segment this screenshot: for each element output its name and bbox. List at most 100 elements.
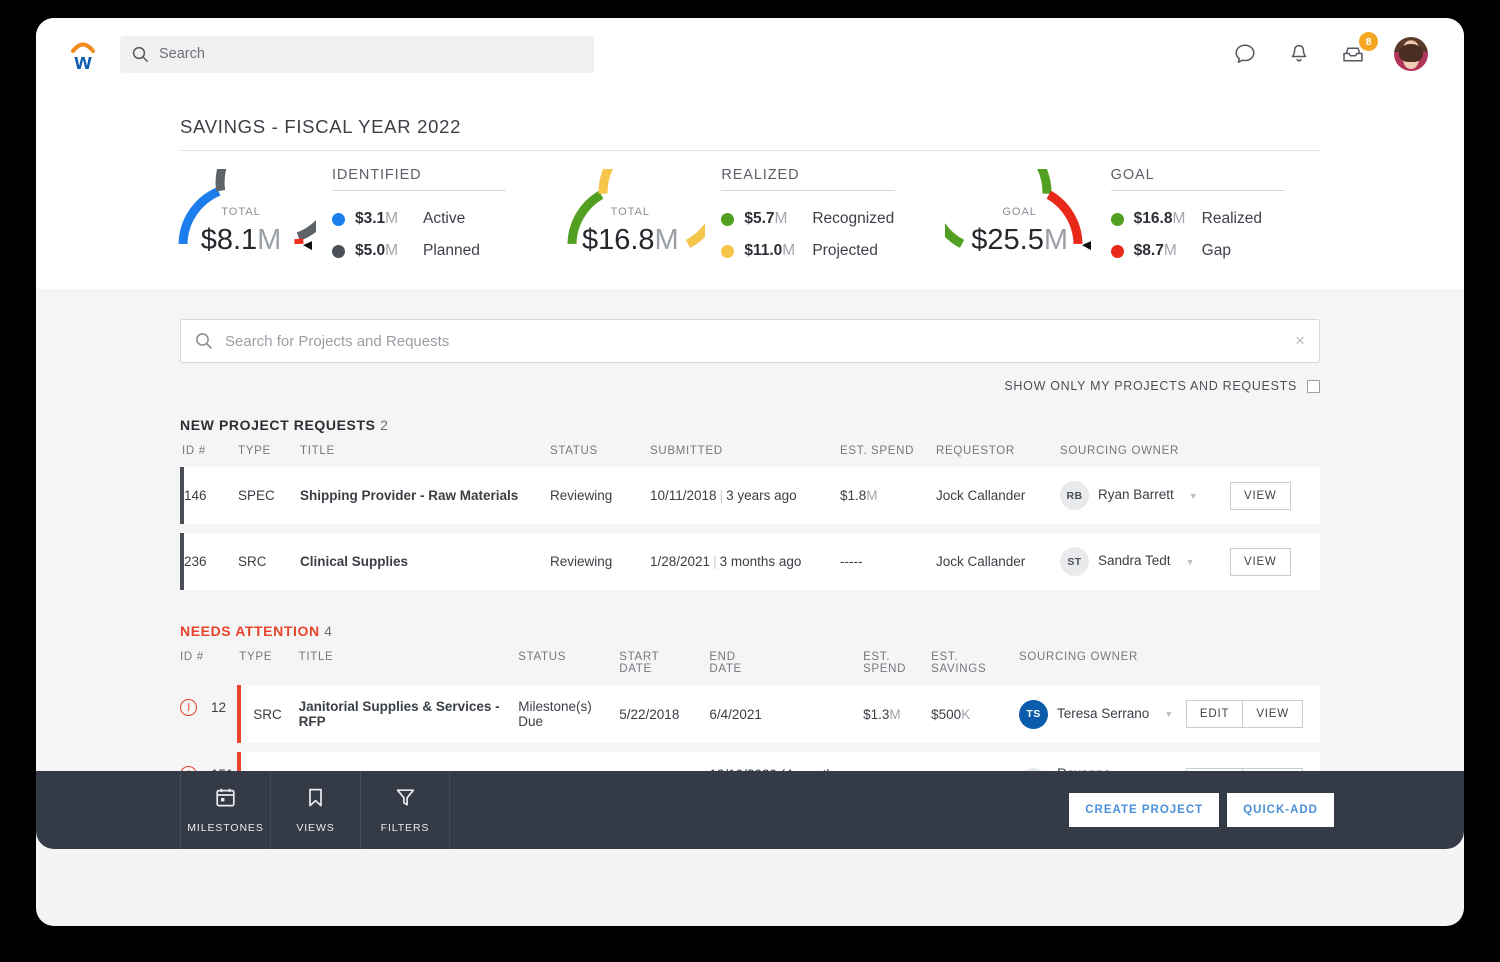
legend-row-0: $5.7M Recognized — [721, 203, 895, 235]
column-header-8: SOURCING OWNER — [1019, 639, 1186, 685]
global-search-placeholder: Search — [159, 46, 205, 62]
view-button-nr1[interactable]: VIEW — [1230, 548, 1291, 576]
calendar-icon — [215, 787, 236, 813]
chevron-down-icon[interactable]: ▼ — [1189, 491, 1198, 501]
cell-actions: VIEW — [1230, 467, 1320, 524]
chevron-down-icon[interactable]: ▼ — [1164, 709, 1173, 719]
sourcing-owner[interactable]: RB Ryan Barrett ▼ — [1060, 481, 1230, 510]
clear-search-icon[interactable]: × — [1295, 331, 1305, 351]
cell-title: Janitorial Supplies & Services - RFP — [299, 685, 519, 743]
legend-label: Active — [423, 210, 465, 228]
legend-dot-icon — [1111, 245, 1124, 258]
row-spacer — [182, 524, 1320, 533]
new-requests-count: 2 — [380, 417, 388, 433]
legend-label: Gap — [1202, 242, 1231, 260]
cell-requestor: Jock Callander — [936, 467, 1060, 524]
chat-icon[interactable] — [1232, 41, 1258, 67]
gauge-legend-2: GOAL $16.8M Realized $8.7M Gap — [1095, 163, 1285, 267]
alert-icon — [180, 699, 197, 716]
owner-avatar: ST — [1060, 547, 1089, 576]
legend-amount: $11.0M — [744, 242, 802, 260]
row-spacer — [182, 590, 1320, 599]
gauge-legend-0: IDENTIFIED $3.1M Active $5.0M Planned — [316, 163, 506, 267]
legend-divider — [721, 190, 895, 191]
legend-dot-icon — [332, 213, 345, 226]
content-inner: Search for Projects and Requests × SHOW … — [36, 289, 1464, 849]
sourcing-owner[interactable]: ST Sandra Tedt ▼ — [1060, 547, 1230, 576]
page-title: SAVINGS - FISCAL YEAR 2022 — [36, 116, 1464, 150]
gauge-caption-0: TOTAL — [166, 206, 316, 218]
create-project-button[interactable]: CREATE PROJECT — [1069, 793, 1219, 827]
new-project-requests-heading: NEW PROJECT REQUESTS 2 — [180, 417, 1320, 433]
column-header-3: STATUS — [550, 433, 650, 467]
gauge-legend-1: REALIZED $5.7M Recognized $11.0M Project… — [705, 163, 895, 267]
cell-title: Clinical Supplies — [300, 533, 550, 590]
avatar[interactable] — [1394, 37, 1428, 71]
cell-id: 12 — [211, 700, 226, 715]
legend-amount: $8.7M — [1134, 242, 1192, 260]
cell-type: SRC — [238, 533, 300, 590]
cell-status: Reviewing — [550, 467, 650, 524]
gauge-row: TOTAL $8.1M IDENTIFIED $3.1M Active $5.0… — [36, 151, 1464, 267]
new-requests-label: NEW PROJECT REQUESTS — [180, 417, 376, 433]
bottom-toolbar: MILESTONES VIEWS FILTERS CREATE PROJECT … — [36, 771, 1464, 849]
view-button-na0[interactable]: VIEW — [1243, 700, 1303, 728]
app-screen: w Search — [36, 18, 1464, 926]
column-header-3: STATUS — [518, 639, 619, 685]
bottom-tool-label: FILTERS — [381, 822, 430, 834]
legend-divider — [1111, 190, 1285, 191]
gauge-caption-2: GOAL — [945, 206, 1095, 218]
column-header-1: TYPE — [239, 639, 298, 685]
chevron-down-icon[interactable]: ▼ — [1186, 557, 1195, 567]
bell-icon[interactable] — [1286, 41, 1312, 67]
owner-name: Ryan Barrett — [1098, 487, 1174, 503]
cell-start-date: 5/22/2018 — [619, 685, 709, 743]
cell-est-spend: $1.8M — [840, 467, 936, 524]
legend-label: Planned — [423, 242, 480, 260]
legend-dot-icon — [721, 245, 734, 258]
global-search-input[interactable]: Search — [120, 36, 594, 73]
table-row[interactable]: 236 SRC Clinical Supplies Reviewing 1/28… — [182, 533, 1320, 590]
column-header-4: SUBMITTED — [650, 433, 840, 467]
column-header-5: EST. SPEND — [840, 433, 936, 467]
project-search-placeholder: Search for Projects and Requests — [225, 333, 1283, 350]
owner-name: Teresa Serrano — [1057, 706, 1149, 722]
quick-add-button[interactable]: QUICK-ADD — [1227, 793, 1334, 827]
cell-type: SRC — [239, 685, 298, 743]
legend-amount: $5.7M — [744, 210, 802, 228]
table-row[interactable]: 12 SRC Janitorial Supplies & Services - … — [180, 685, 1320, 743]
show-only-checkbox[interactable] — [1307, 380, 1320, 393]
bottom-tool-label: VIEWS — [296, 822, 334, 834]
legend-title-1: REALIZED — [721, 167, 895, 190]
inbox-badge-count: 8 — [1359, 32, 1378, 51]
edit-button-na0[interactable]: EDIT — [1186, 700, 1243, 728]
cell-actions: VIEW — [1230, 533, 1320, 590]
project-search-input[interactable]: Search for Projects and Requests × — [180, 319, 1320, 363]
bottom-tool-milestones[interactable]: MILESTONES — [180, 771, 270, 849]
legend-dot-icon — [1111, 213, 1124, 226]
cell-id: 146 — [182, 467, 238, 524]
cell-submitted: 1/28/2021|3 months ago — [650, 533, 840, 590]
cell-id: 236 — [182, 533, 238, 590]
bottom-tool-views[interactable]: VIEWS — [270, 771, 360, 849]
show-only-my-projects-toggle[interactable]: SHOW ONLY MY PROJECTS AND REQUESTS — [180, 379, 1320, 393]
workday-logo-icon[interactable]: w — [60, 31, 106, 77]
sourcing-owner[interactable]: TS Teresa Serrano ▼ — [1019, 700, 1186, 729]
cell-submitted: 10/11/2018|3 years ago — [650, 467, 840, 524]
gauge-block-realized: TOTAL $16.8M REALIZED $5.7M Recognized $… — [555, 163, 944, 267]
bookmark-icon — [305, 787, 326, 813]
owner-avatar: TS — [1019, 700, 1048, 729]
legend-title-2: GOAL — [1111, 167, 1285, 190]
inbox-icon[interactable]: 8 — [1340, 41, 1366, 67]
legend-amount: $5.0M — [355, 242, 413, 260]
cell-owner: ST Sandra Tedt ▼ — [1060, 533, 1230, 590]
gauge-block-identified: TOTAL $8.1M IDENTIFIED $3.1M Active $5.0… — [166, 163, 555, 267]
show-only-label: SHOW ONLY MY PROJECTS AND REQUESTS — [1004, 379, 1297, 393]
legend-label: Projected — [812, 242, 877, 260]
table-row[interactable]: 146 SPEC Shipping Provider - Raw Materia… — [182, 467, 1320, 524]
gauge-caption-1: TOTAL — [555, 206, 705, 218]
view-button-nr0[interactable]: VIEW — [1230, 482, 1291, 510]
bottom-tool-filters[interactable]: FILTERS — [360, 771, 450, 849]
needs-attention-header-row: ID #TYPETITLESTATUSSTARTDATEENDDATEEST.S… — [180, 639, 1320, 685]
search-icon — [132, 46, 149, 63]
